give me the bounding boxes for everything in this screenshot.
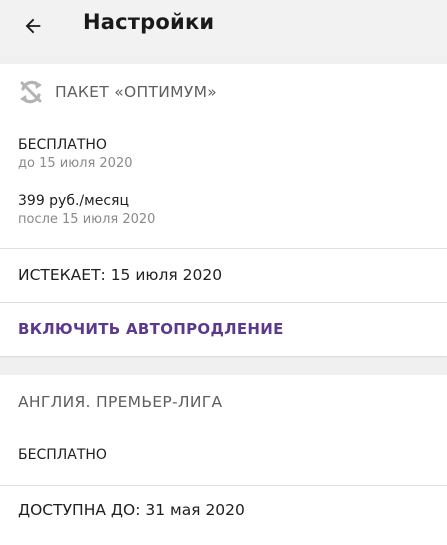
package-card: ПАКЕТ «ОПТИМУМ» БЕСПЛАТНО до 15 июля 202… — [0, 64, 447, 356]
available-until-text: ДОСТУПНА ДО: 31 мая 2020 — [18, 501, 245, 519]
league-price: БЕСПЛАТНО — [18, 447, 107, 463]
league-title: АНГЛИЯ. ПРЕМЬЕР-ЛИГА — [18, 393, 223, 411]
price-free-note: до 15 июля 2020 — [18, 156, 133, 171]
package-title: ПАКЕТ «ОПТИМУМ» — [55, 83, 218, 101]
app-bar: Настройки — [0, 0, 447, 56]
enable-autorenew-button[interactable]: ВКЛЮЧИТЬ АВТОПРОДЛЕНИЕ — [18, 320, 284, 338]
no-autorenew-icon — [20, 80, 42, 104]
price-monthly-label: 399 руб./месяц — [18, 193, 129, 209]
back-button[interactable] — [18, 11, 48, 41]
expires-text: ИСТЕКАЕТ: 15 июля 2020 — [18, 266, 223, 284]
price-monthly-note: после 15 июля 2020 — [18, 212, 156, 227]
divider — [0, 302, 447, 303]
price-free-label: БЕСПЛАТНО — [18, 137, 107, 153]
divider — [0, 248, 447, 249]
arrow-left-icon — [25, 18, 41, 34]
league-card: АНГЛИЯ. ПРЕМЬЕР-ЛИГА БЕСПЛАТНО ДОСТУПНА … — [0, 375, 447, 545]
page-title: Настройки — [83, 10, 215, 34]
divider — [0, 485, 447, 486]
